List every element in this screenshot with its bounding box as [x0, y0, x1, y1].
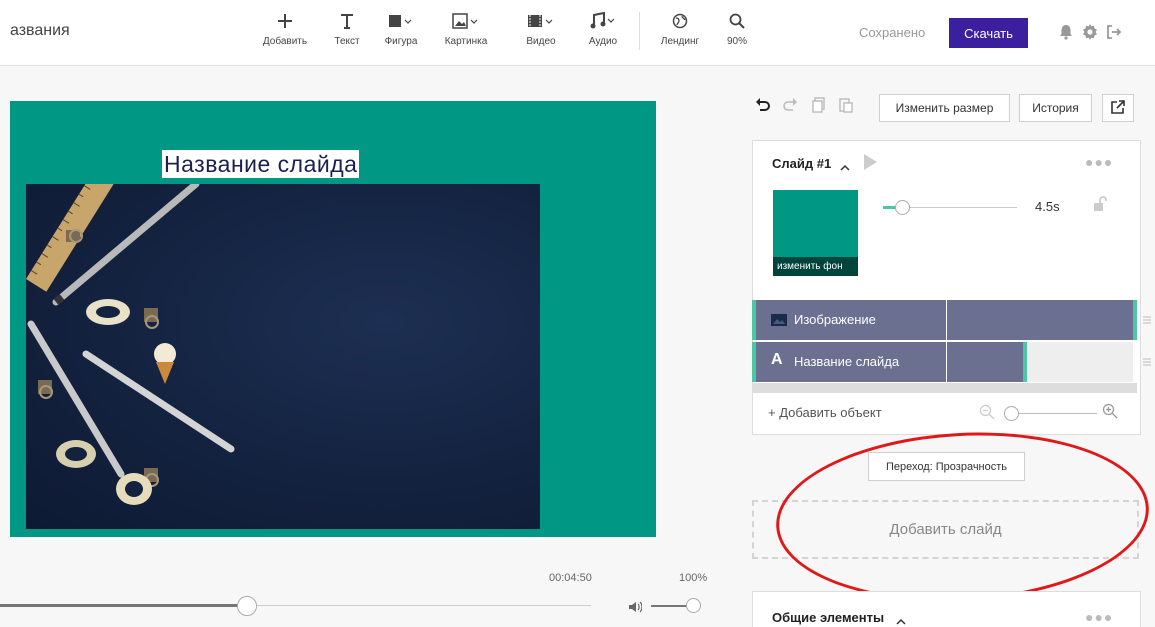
common-elements-label[interactable]: Общие элементы: [772, 610, 884, 625]
video-icon: [527, 10, 555, 32]
undo-icon[interactable]: [756, 97, 770, 118]
progress-track[interactable]: [246, 605, 591, 606]
duration-track[interactable]: [905, 207, 1017, 208]
drag-handle-icon[interactable]: [1143, 313, 1151, 331]
paste-icon[interactable]: [839, 97, 853, 118]
tool-video[interactable]: Видео: [512, 10, 570, 47]
toolbar-separator: [639, 12, 640, 50]
text-layer-icon: A: [771, 351, 783, 368]
slide-name[interactable]: Слайд #1: [772, 156, 831, 171]
layer-end-handle[interactable]: [1133, 300, 1137, 340]
layer-timebar[interactable]: [947, 342, 1023, 382]
timeline-scrollbar[interactable]: [752, 383, 1137, 393]
tool-shape-label: Фигура: [384, 36, 418, 47]
image-layer-icon: [771, 314, 787, 329]
speaker-icon[interactable]: [628, 600, 643, 618]
image-icon: [452, 10, 480, 32]
change-background-label[interactable]: изменить фон: [773, 257, 858, 276]
layer-row[interactable]: A Название слайда: [752, 342, 1141, 382]
duration-value: 4.5s: [1035, 199, 1060, 214]
duration-handle[interactable]: [895, 200, 910, 215]
music-icon: [589, 10, 617, 32]
tool-audio[interactable]: Аудио: [574, 10, 632, 47]
tool-image[interactable]: Картинка: [437, 10, 495, 47]
tool-add[interactable]: Добавить: [256, 10, 314, 47]
project-title[interactable]: азвания: [10, 22, 70, 40]
logout-icon[interactable]: [1106, 24, 1122, 45]
bell-icon[interactable]: [1059, 24, 1073, 45]
plus-icon: [277, 10, 293, 32]
slide-menu-icon[interactable]: ●●●: [1085, 154, 1113, 170]
saved-status: Сохранено: [859, 25, 926, 40]
tool-landing-label: Лендинг: [660, 36, 700, 47]
unlock-icon[interactable]: [1092, 196, 1108, 217]
resize-button[interactable]: Изменить размер: [879, 94, 1010, 122]
progress-fill: [0, 604, 246, 607]
volume-handle[interactable]: [686, 598, 701, 613]
layer-timebar[interactable]: [947, 300, 1133, 340]
zoom-icon: [729, 10, 745, 32]
tool-text-label: Текст: [334, 36, 360, 47]
timeline-zoom-track[interactable]: [1019, 413, 1097, 414]
tool-audio-label: Аудио: [588, 36, 618, 47]
tool-shape[interactable]: Фигура: [372, 10, 430, 47]
common-menu-icon[interactable]: ●●●: [1085, 609, 1113, 625]
tool-image-label: Картинка: [444, 36, 488, 47]
zoom-out-icon[interactable]: [979, 404, 995, 425]
redo-icon[interactable]: [783, 97, 797, 118]
layer-name: Название слайда: [794, 354, 900, 369]
chevron-up-icon[interactable]: [895, 612, 907, 627]
layer-name: Изображение: [794, 312, 876, 327]
tool-landing[interactable]: Лендинг: [651, 10, 709, 47]
zoom-in-icon[interactable]: [1102, 403, 1118, 424]
add-object-button[interactable]: + Добавить объект: [768, 405, 882, 420]
slide-image[interactable]: [26, 184, 540, 529]
tool-text[interactable]: Текст: [318, 10, 376, 47]
shape-icon: [388, 10, 414, 32]
history-button[interactable]: История: [1019, 94, 1092, 122]
tool-zoom-label: 90%: [726, 36, 747, 47]
gear-icon[interactable]: [1082, 24, 1098, 45]
add-slide-button[interactable]: Добавить слайд: [752, 500, 1139, 559]
download-button[interactable]: Скачать: [949, 18, 1028, 48]
layer-label[interactable]: A Название слайда: [752, 342, 946, 382]
text-icon: [339, 10, 355, 32]
chevron-up-icon[interactable]: [839, 158, 851, 176]
layer-end-handle[interactable]: [1023, 342, 1027, 382]
play-icon[interactable]: [862, 153, 878, 176]
copy-icon[interactable]: [812, 97, 826, 118]
tool-video-label: Видео: [526, 36, 556, 47]
volume-track[interactable]: [651, 605, 691, 607]
playback-time: 00:04:50: [549, 572, 592, 584]
open-external-button[interactable]: [1102, 94, 1134, 122]
layer-label[interactable]: Изображение: [752, 300, 946, 340]
tool-add-label: Добавить: [262, 36, 308, 47]
drag-handle-icon[interactable]: [1143, 355, 1151, 373]
external-link-icon: [1111, 99, 1125, 117]
layer-stripe: [752, 342, 756, 382]
volume-value: 100%: [679, 572, 708, 584]
layer-row[interactable]: Изображение: [752, 300, 1141, 340]
timeline-zoom-handle[interactable]: [1004, 406, 1019, 421]
top-toolbar: азвания Добавить Текст Фигура Картинка В…: [0, 0, 1155, 66]
globe-icon: [672, 10, 688, 32]
progress-handle[interactable]: [237, 596, 257, 616]
tool-zoom[interactable]: 90%: [708, 10, 766, 47]
slide-title-text[interactable]: Название слайда: [162, 150, 360, 178]
layer-stripe: [752, 300, 756, 340]
transition-button[interactable]: Переход: Прозрачность: [868, 452, 1025, 481]
